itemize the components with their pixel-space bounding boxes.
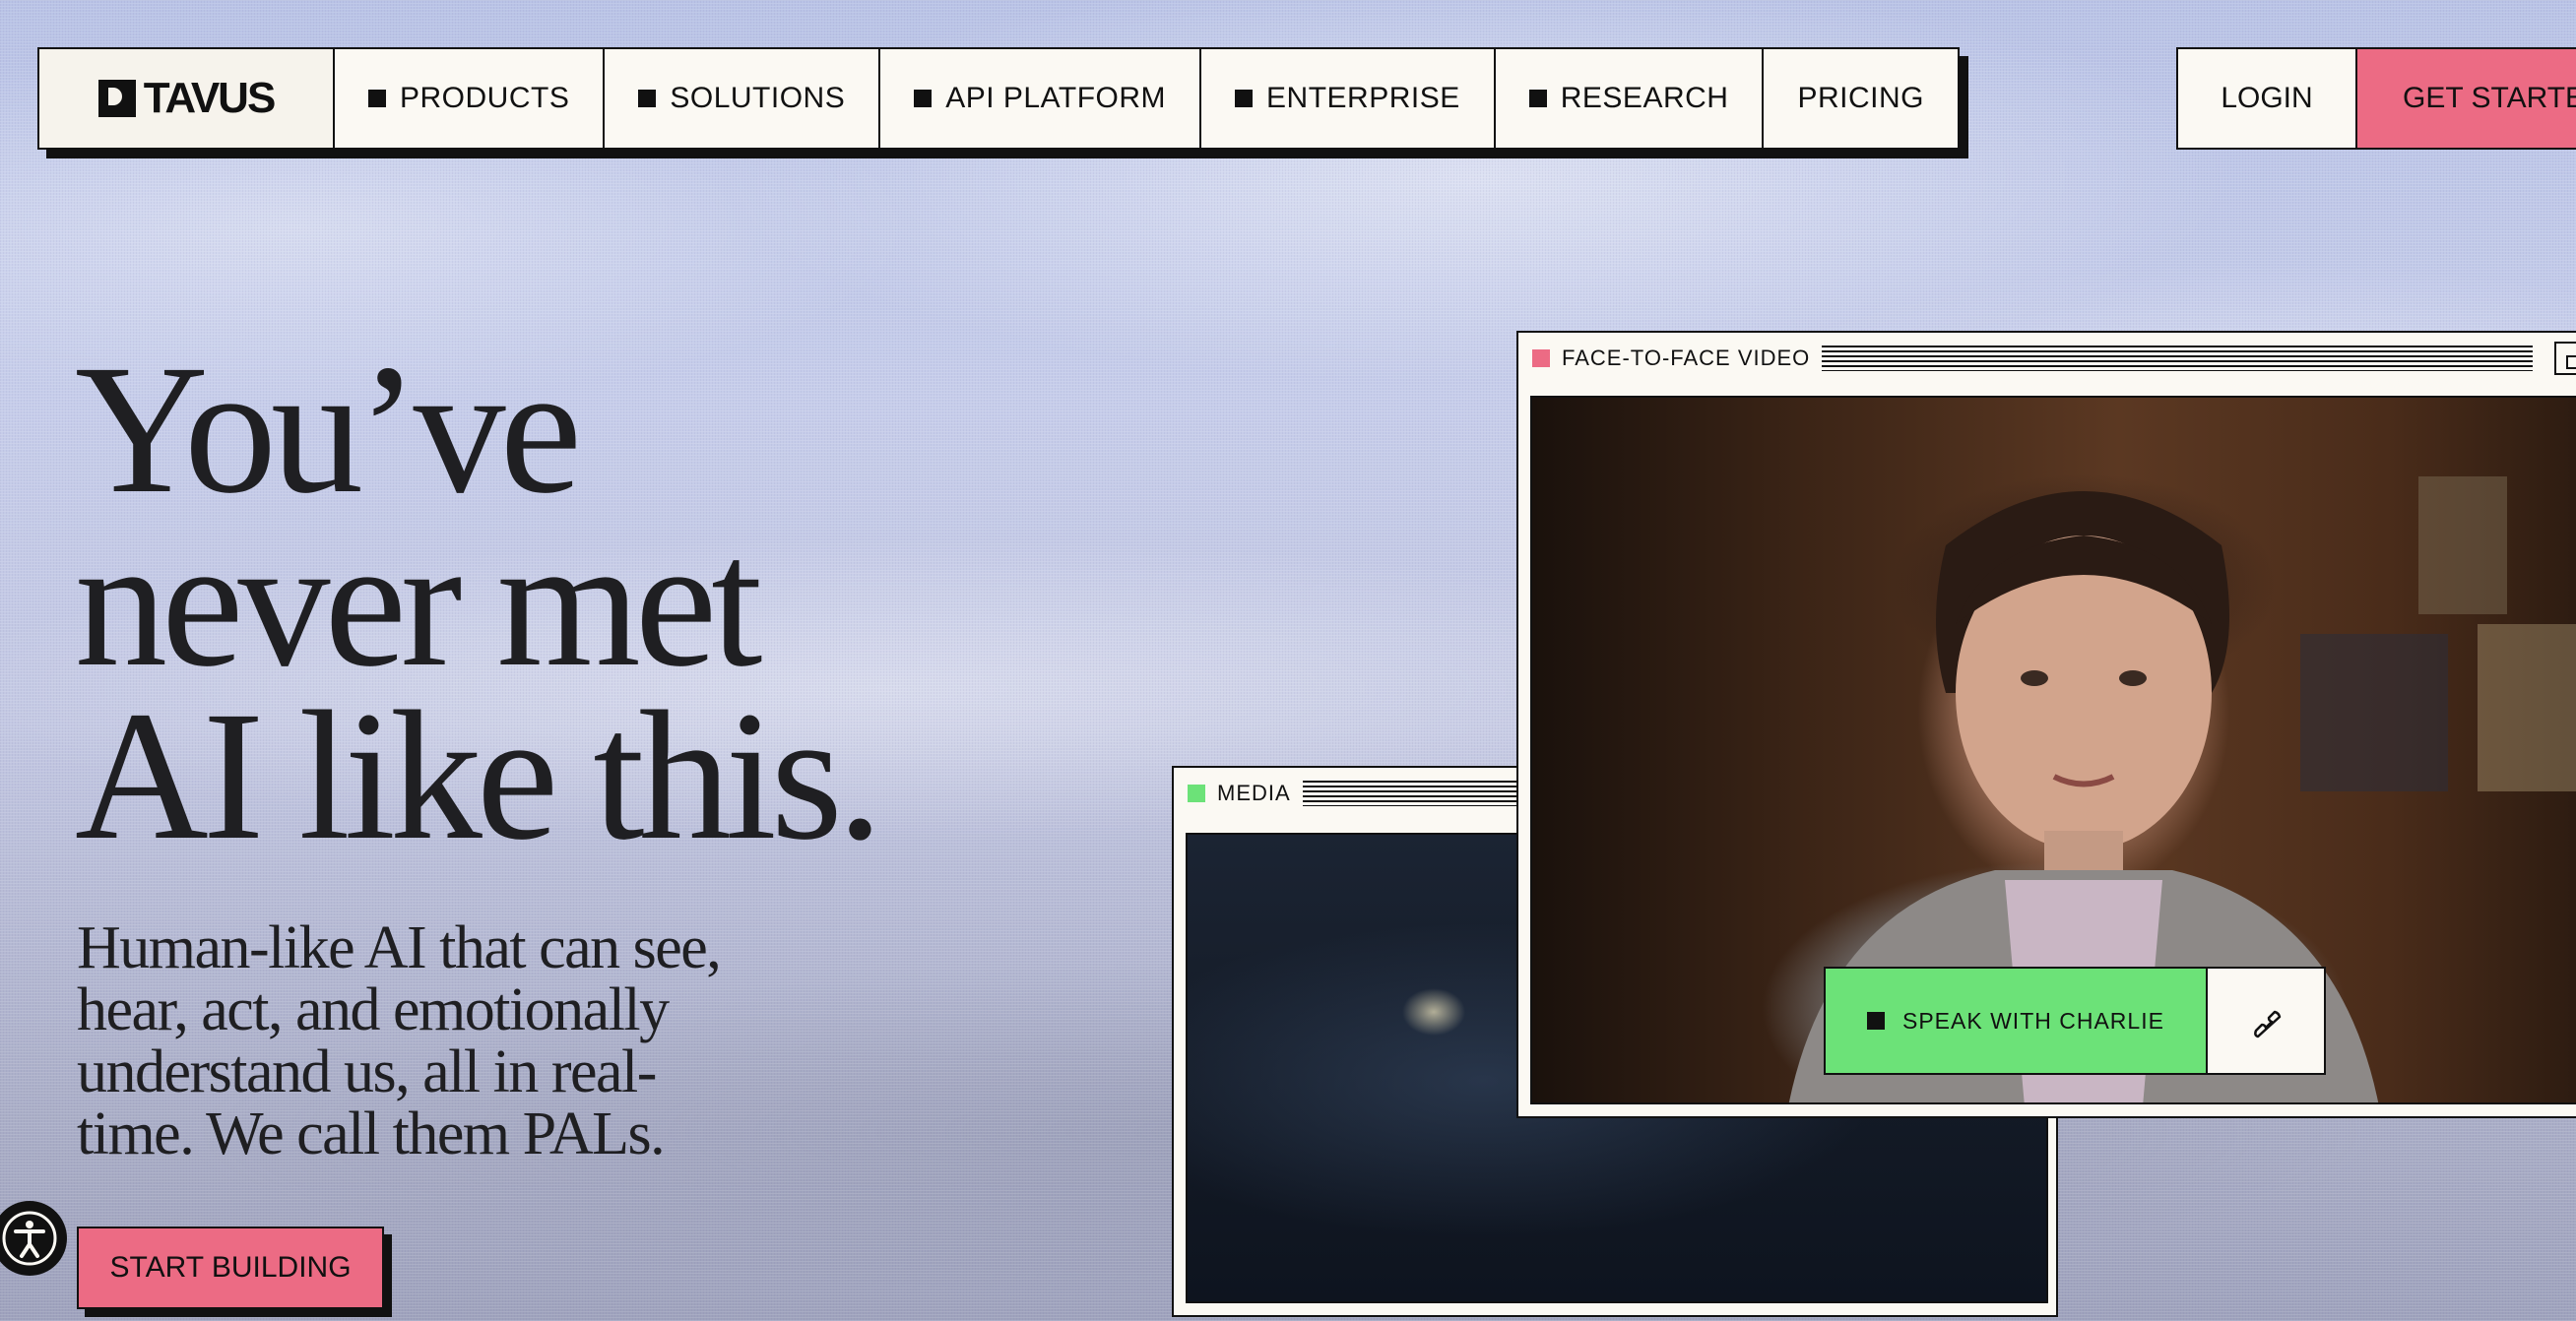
speak-button-label: SPEAK WITH CHARLIE <box>1902 1007 2164 1034</box>
nav-item-research[interactable]: RESEARCH <box>1496 49 1765 148</box>
start-building-button[interactable]: START BUILDING <box>77 1227 384 1309</box>
get-started-button[interactable]: GET STARTED <box>2357 49 2576 148</box>
face-window-title: FACE-TO-FACE VIDEO <box>1562 346 1811 370</box>
face-window-titlebar[interactable]: FACE-TO-FACE VIDEO <box>1518 333 2576 384</box>
square-bullet-icon <box>914 90 933 107</box>
hero-title: You’ve never met AI like this. <box>75 337 961 868</box>
square-bullet-icon <box>1528 90 1547 107</box>
maximize-icon[interactable] <box>2554 342 2576 375</box>
nav-item-label: PRODUCTS <box>400 82 570 114</box>
square-bullet-icon <box>1235 90 1254 107</box>
tavus-logo[interactable]: TAVUS <box>39 49 335 148</box>
call-controls: SPEAK WITH CHARLIE <box>1824 967 2326 1075</box>
nav-item-label: RESEARCH <box>1560 82 1729 114</box>
square-bullet-icon <box>638 90 657 107</box>
nav-item-pricing[interactable]: PRICING <box>1764 49 1958 148</box>
main-nav: TAVUS PRODUCTS SOLUTIONS API PLATFORM EN… <box>37 47 1960 150</box>
nav-item-label: SOLUTIONS <box>670 82 846 114</box>
nav-item-products[interactable]: PRODUCTS <box>335 49 606 148</box>
accessibility-icon[interactable] <box>0 1201 67 1276</box>
square-bullet-icon <box>368 90 386 107</box>
square-bullet-icon <box>1867 1012 1885 1030</box>
titlebar-stripes <box>1822 346 2533 371</box>
phone-icon[interactable] <box>2208 969 2324 1073</box>
speak-with-charlie-button[interactable]: SPEAK WITH CHARLIE <box>1826 969 2208 1073</box>
status-dot-icon <box>1188 785 1205 802</box>
hero-subtitle: Human-like AI that can see, hear, act, a… <box>77 914 722 1167</box>
nav-item-enterprise[interactable]: ENTERPRISE <box>1201 49 1496 148</box>
login-button[interactable]: LOGIN <box>2178 49 2357 148</box>
nav-item-solutions[interactable]: SOLUTIONS <box>605 49 881 148</box>
tavus-logo-icon <box>97 80 136 117</box>
nav-item-label: PRICING <box>1797 82 1924 114</box>
nav-item-label: ENTERPRISE <box>1266 82 1460 114</box>
hero-title-line: AI like this. <box>75 672 883 878</box>
brand-name: TAVUS <box>143 74 277 122</box>
status-dot-icon <box>1532 349 1550 367</box>
nav-item-api-platform[interactable]: API PLATFORM <box>880 49 1202 148</box>
auth-actions: LOGIN GET STARTED <box>2176 47 2576 150</box>
media-window-title: MEDIA <box>1217 781 1291 805</box>
nav-item-label: API PLATFORM <box>945 82 1167 114</box>
